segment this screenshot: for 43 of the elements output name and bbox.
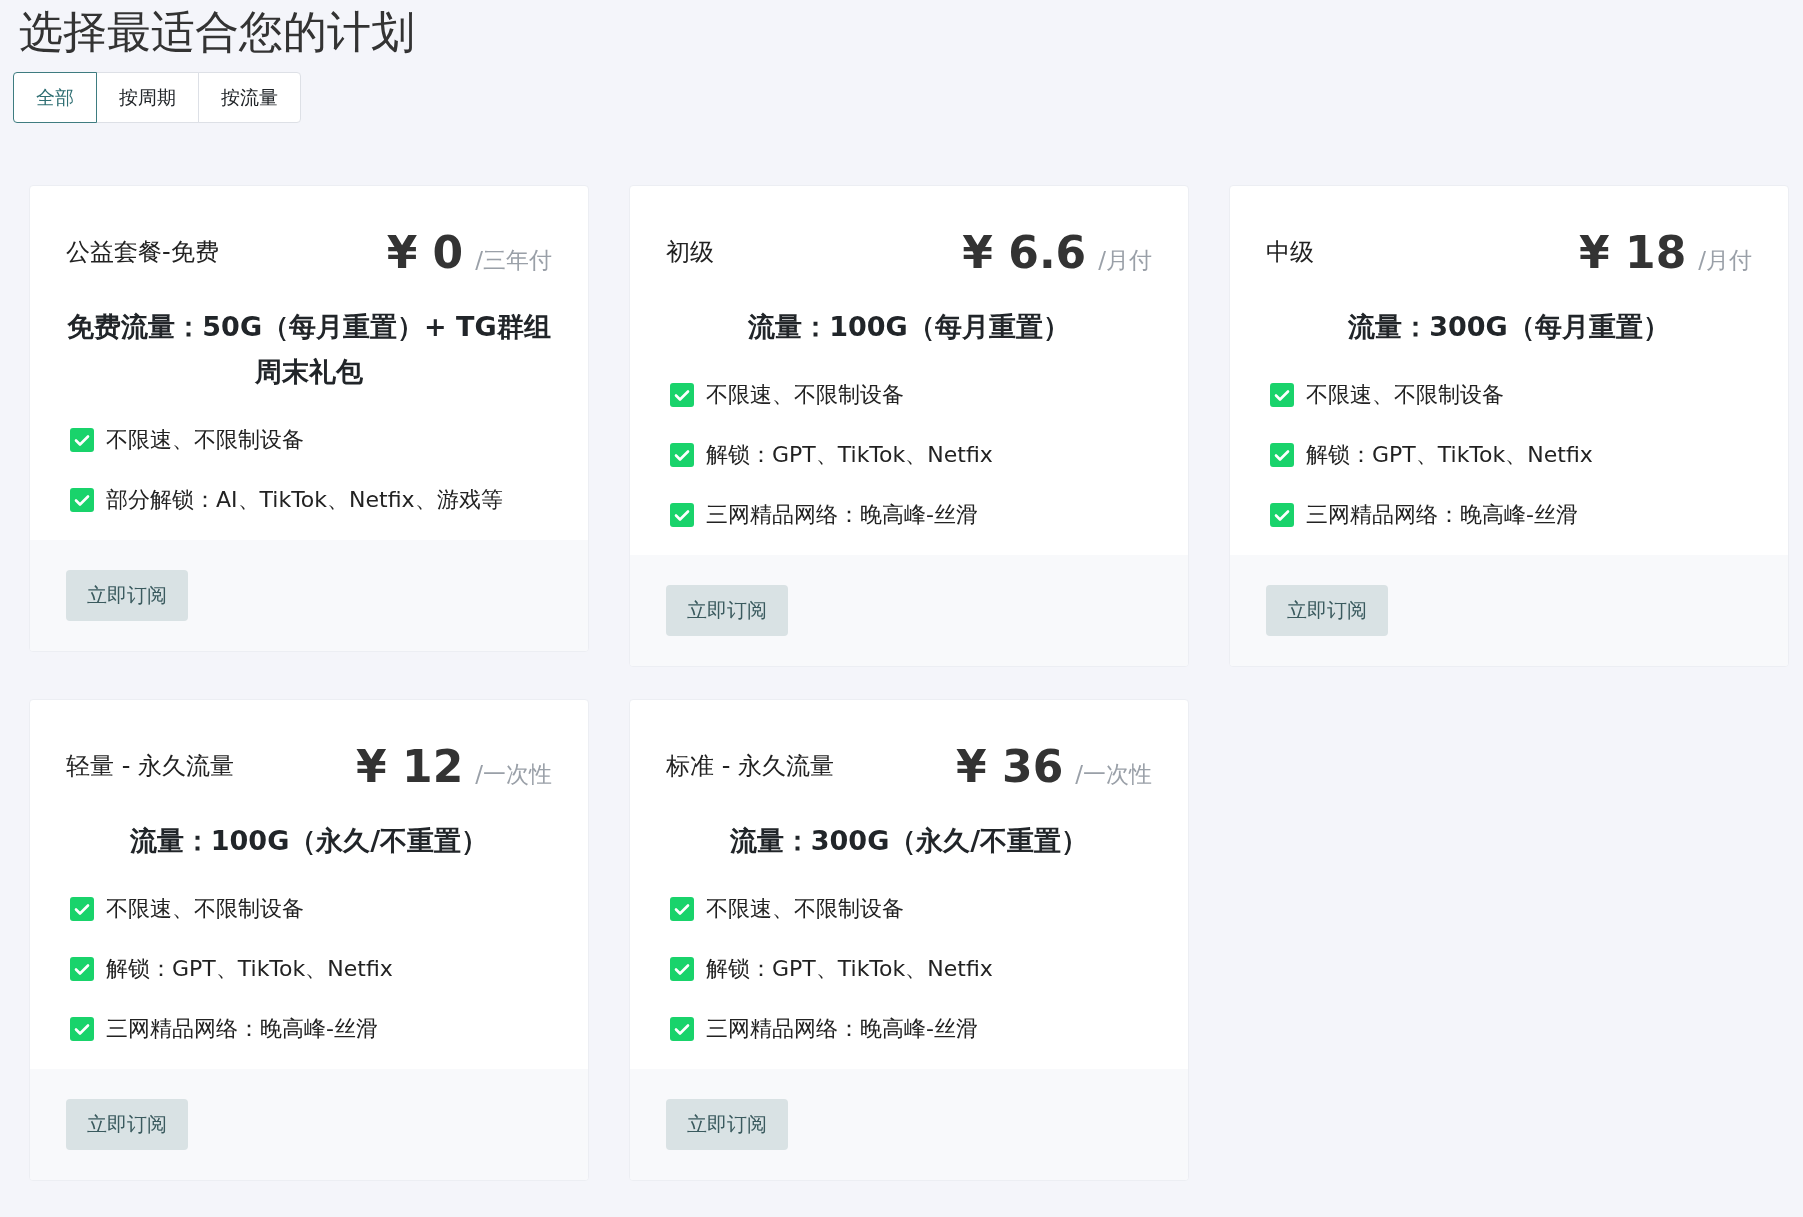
feature-text: 解锁：GPT、TikTok、Netfix	[106, 955, 393, 983]
feature-text: 三网精品网络：晚高峰-丝滑	[106, 1015, 378, 1043]
billing-period: /一次性	[1075, 759, 1152, 789]
feature-text: 三网精品网络：晚高峰-丝滑	[706, 1015, 978, 1043]
plan-name: 初级	[666, 237, 714, 268]
traffic-headline: 流量：300G（每月重置）	[1347, 310, 1671, 344]
feature-text: 不限速、不限制设备	[106, 895, 304, 923]
traffic-headline: 免费流量：50G（每月重置）+ TG群组周末礼包	[66, 310, 552, 389]
traffic-headline: 流量：100G（永久/不重置）	[128, 824, 490, 858]
plan-price: ¥ 12	[356, 740, 464, 792]
feature-text: 三网精品网络：晚高峰-丝滑	[1306, 501, 1578, 529]
plan-price: ¥ 36	[956, 740, 1064, 792]
feature-text: 不限速、不限制设备	[106, 426, 304, 454]
plan-name: 标准 - 永久流量	[666, 751, 834, 782]
feature-text: 解锁：GPT、TikTok、Netfix	[706, 441, 993, 469]
traffic-headline: 流量：300G（永久/不重置）	[728, 824, 1090, 858]
filter-tab[interactable]: 全部	[13, 72, 97, 123]
billing-period: /一次性	[475, 759, 552, 789]
subscribe-button[interactable]: 立即订阅	[66, 570, 188, 621]
subscribe-button[interactable]: 立即订阅	[1266, 585, 1388, 636]
feature-text: 解锁：GPT、TikTok、Netfix	[1306, 441, 1593, 469]
plan-price: ¥ 0	[386, 226, 464, 278]
billing-period: /三年付	[475, 245, 552, 275]
subscribe-button[interactable]: 立即订阅	[66, 1099, 188, 1150]
billing-period: /月付	[1698, 245, 1752, 275]
feature-text: 不限速、不限制设备	[706, 381, 904, 409]
plan-name: 中级	[1266, 237, 1314, 268]
feature-text: 部分解锁：AI、TikTok、Netfix、游戏等	[106, 486, 503, 514]
feature-text: 不限速、不限制设备	[1306, 381, 1504, 409]
page-title: 选择最适合您的计划	[18, 5, 416, 59]
subscribe-button[interactable]: 立即订阅	[666, 1099, 788, 1150]
subscribe-button[interactable]: 立即订阅	[666, 585, 788, 636]
filter-tab[interactable]: 按流量	[198, 72, 301, 123]
plan-name: 轻量 - 永久流量	[66, 751, 234, 782]
feature-text: 解锁：GPT、TikTok、Netfix	[706, 955, 993, 983]
feature-text: 三网精品网络：晚高峰-丝滑	[706, 501, 978, 529]
plan-price: ¥ 6.6	[962, 226, 1087, 278]
filter-tab[interactable]: 按周期	[96, 72, 199, 123]
plan-name: 公益套餐-免费	[66, 237, 219, 268]
plan-price: ¥ 18	[1579, 226, 1687, 278]
feature-text: 不限速、不限制设备	[706, 895, 904, 923]
billing-period: /月付	[1098, 245, 1152, 275]
traffic-headline: 流量：100G（每月重置）	[747, 310, 1071, 344]
